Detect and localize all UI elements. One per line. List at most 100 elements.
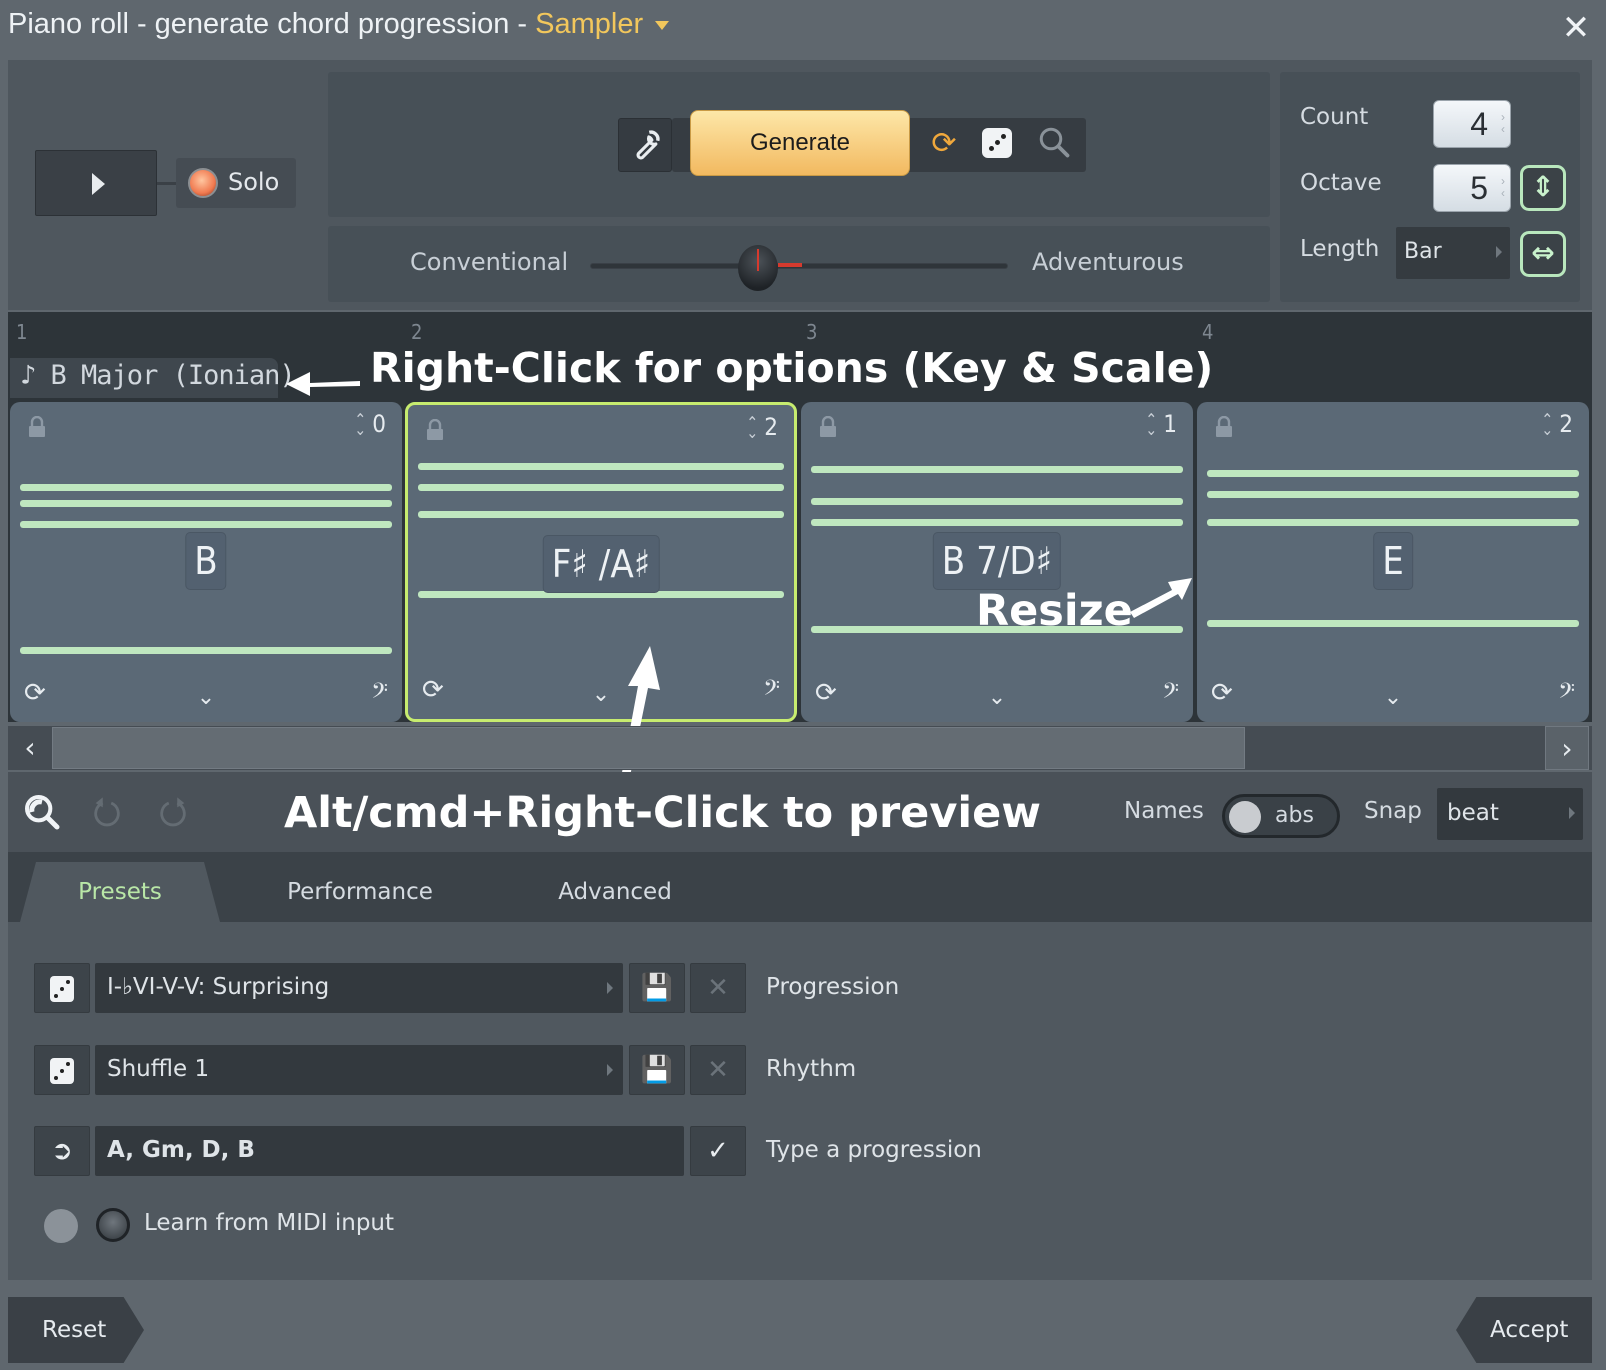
scroll-right-icon[interactable]: › xyxy=(1545,726,1589,770)
adventurousness-slider-handle[interactable] xyxy=(738,245,778,291)
refresh-chord-icon[interactable]: ⟳ xyxy=(1211,678,1233,708)
names-toggle[interactable]: abs xyxy=(1222,794,1340,838)
redo-icon[interactable] xyxy=(156,796,190,830)
note-bar[interactable] xyxy=(20,647,392,654)
snap-select[interactable]: beat xyxy=(1437,788,1583,840)
note-bar[interactable] xyxy=(418,463,784,470)
note-bar[interactable] xyxy=(1207,491,1579,498)
bass-clef-icon[interactable]: 𝄢 xyxy=(1558,679,1575,710)
play-icon xyxy=(92,173,105,195)
refresh-chord-icon[interactable]: ⟳ xyxy=(815,678,837,708)
chord-block[interactable]: ⌃ ⌄ 1 B 7/D♯ ⟳ ⌄ 𝄢 xyxy=(801,402,1193,722)
vertical-arrows-icon[interactable]: ⇕ xyxy=(1520,165,1566,211)
play-button[interactable] xyxy=(35,150,157,216)
annotation-right-click: Right-Click for options (Key & Scale) xyxy=(370,344,1214,392)
chevron-down-icon[interactable]: ⌄ xyxy=(197,685,215,710)
learn-midi-radio[interactable] xyxy=(96,1208,130,1242)
undo-icon[interactable] xyxy=(90,796,124,830)
randomize-progression-button[interactable] xyxy=(34,963,90,1013)
inversion-value: 2 xyxy=(764,413,778,441)
randomize-rhythm-button[interactable] xyxy=(34,1045,90,1095)
magnifier-icon[interactable] xyxy=(1036,124,1072,160)
names-toggle-value: abs xyxy=(1275,803,1314,828)
up-down-icon: ⌃ ⌄ xyxy=(1145,410,1158,439)
chord-name[interactable]: B xyxy=(185,532,227,590)
horizontal-arrows-icon[interactable]: ⇔ xyxy=(1520,231,1566,277)
close-icon[interactable]: ✕ xyxy=(1560,11,1592,45)
note-bar[interactable] xyxy=(418,511,784,518)
inversion-stepper[interactable]: ⌃ ⌄ 2 xyxy=(746,413,778,441)
lock-icon[interactable] xyxy=(28,416,46,438)
note-bar[interactable] xyxy=(20,500,392,507)
save-icon: 💾 xyxy=(640,1055,674,1085)
bass-clef-icon[interactable]: 𝄢 xyxy=(1162,679,1179,710)
key-scale-label[interactable]: ♪ B Major (Ionian) xyxy=(20,360,296,391)
bass-clef-icon[interactable]: 𝄢 xyxy=(371,679,388,710)
apply-progression-button[interactable]: ✓ xyxy=(690,1126,746,1176)
plugin-name[interactable]: Sampler xyxy=(535,8,643,40)
chord-block[interactable]: ⌃ ⌄ 2 E ⟳ ⌄ 𝄢 xyxy=(1197,402,1589,722)
chord-block-selected[interactable]: ⌃ ⌄ 2 F♯ /A♯ ⟳ ⌄ 𝄢 xyxy=(405,402,797,722)
reset-button[interactable]: Reset xyxy=(8,1297,144,1363)
tab-presets[interactable]: Presets xyxy=(20,862,220,922)
stepper-arrows-icon: › ‹ xyxy=(1501,110,1505,136)
progression-text-input[interactable]: A, Gm, D, B xyxy=(95,1126,684,1176)
dice-icon[interactable] xyxy=(982,128,1012,158)
scrollbar-thumb[interactable] xyxy=(52,727,1245,769)
import-icon: ➲ xyxy=(51,1136,73,1166)
tab-advanced[interactable]: Advanced xyxy=(540,862,690,922)
inversion-stepper[interactable]: ⌃ ⌄ 2 xyxy=(1541,410,1573,438)
tab-performance[interactable]: Performance xyxy=(270,862,450,922)
chord-block[interactable]: ⌃ ⌄ 0 B ⟳ ⌄ 𝄢 xyxy=(10,402,402,722)
note-bar[interactable] xyxy=(1207,519,1579,526)
note-bar[interactable] xyxy=(811,519,1183,526)
lock-icon[interactable] xyxy=(426,419,444,441)
rhythm-select[interactable]: Shuffle 1 xyxy=(95,1045,623,1095)
chord-name[interactable]: F♯ /A♯ xyxy=(542,535,660,593)
lock-icon[interactable] xyxy=(819,416,837,438)
inversion-value: 1 xyxy=(1163,410,1177,438)
note-bar[interactable] xyxy=(811,498,1183,505)
bass-clef-icon[interactable]: 𝄢 xyxy=(763,676,780,707)
chevron-down-icon[interactable]: ⌄ xyxy=(1384,685,1402,710)
refresh-icon[interactable]: ⟳ xyxy=(926,126,962,162)
dice-icon xyxy=(50,1058,74,1084)
delete-progression-button[interactable]: ✕ xyxy=(690,963,746,1013)
preview-magnifier-icon[interactable] xyxy=(22,792,62,832)
delete-rhythm-button[interactable]: ✕ xyxy=(690,1045,746,1095)
note-bar[interactable] xyxy=(20,484,392,491)
note-bar[interactable] xyxy=(1207,470,1579,477)
chord-name[interactable]: B 7/D♯ xyxy=(932,532,1062,590)
length-select[interactable]: Bar xyxy=(1396,227,1510,279)
note-bar[interactable] xyxy=(1207,620,1579,627)
inversion-stepper[interactable]: ⌃ ⌄ 0 xyxy=(354,410,386,438)
generate-button[interactable]: Generate xyxy=(690,110,910,176)
progression-select[interactable]: I-♭VI-V-V: Surprising xyxy=(95,963,623,1013)
save-rhythm-button[interactable]: 💾 xyxy=(629,1045,685,1095)
close-icon: ✕ xyxy=(707,973,729,1003)
count-stepper[interactable]: 4 › ‹ xyxy=(1433,100,1511,148)
inversion-stepper[interactable]: ⌃ ⌄ 1 xyxy=(1145,410,1177,438)
octave-stepper[interactable]: 5 › ‹ xyxy=(1433,164,1511,212)
note-bar[interactable] xyxy=(811,466,1183,473)
note-bar[interactable] xyxy=(418,484,784,491)
refresh-chord-icon[interactable]: ⟳ xyxy=(422,675,444,705)
solo-label: Solo xyxy=(228,168,280,196)
adventurousness-slider-fill xyxy=(778,263,802,267)
import-progression-button[interactable]: ➲ xyxy=(34,1126,90,1176)
plugin-dropdown-icon[interactable] xyxy=(655,20,670,30)
lock-icon[interactable] xyxy=(1215,416,1233,438)
save-progression-button[interactable]: 💾 xyxy=(629,963,685,1013)
solo-button[interactable]: Solo xyxy=(176,158,296,208)
scroll-left-icon[interactable]: ‹ xyxy=(8,726,52,770)
accept-button[interactable]: Accept xyxy=(1456,1297,1592,1363)
length-label: Length xyxy=(1300,236,1380,262)
chevron-down-icon[interactable]: ⌄ xyxy=(988,685,1006,710)
refresh-chord-icon[interactable]: ⟳ xyxy=(24,678,46,708)
names-label: Names xyxy=(1124,798,1204,824)
chord-name[interactable]: E xyxy=(1373,532,1413,590)
note-bar[interactable] xyxy=(20,521,392,528)
chevron-down-icon[interactable]: ⌄ xyxy=(592,682,610,707)
wrench-icon[interactable] xyxy=(618,118,672,172)
dropdown-arrow-icon xyxy=(607,982,613,994)
